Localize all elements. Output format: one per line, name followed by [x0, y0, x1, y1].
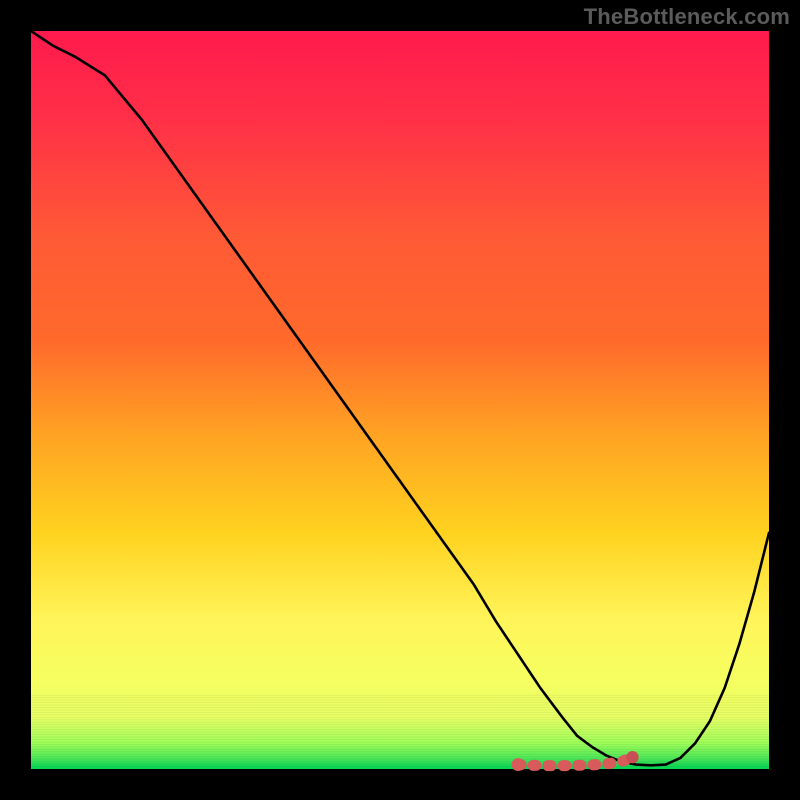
chart-stage: TheBottleneck.com — [0, 0, 800, 800]
bottleneck-chart — [0, 0, 800, 800]
watermark-text: TheBottleneck.com — [584, 4, 790, 30]
